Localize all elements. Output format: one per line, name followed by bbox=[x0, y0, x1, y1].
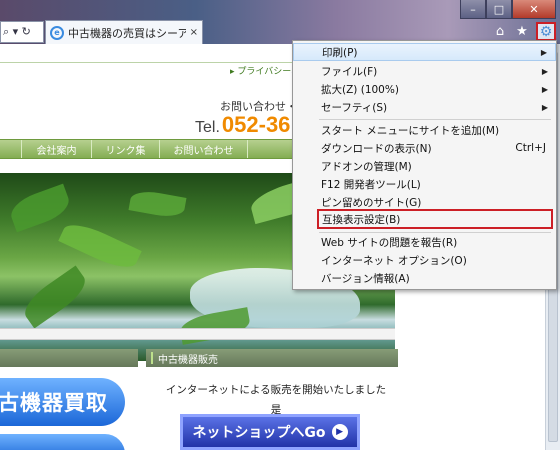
favorites-star-icon[interactable]: ★ bbox=[514, 24, 530, 40]
menu-item-safety[interactable]: セーフティ(S) ▶ bbox=[293, 98, 556, 116]
play-icon: ▶ bbox=[331, 424, 348, 440]
nav-item-company[interactable]: 会社案内 bbox=[22, 140, 92, 158]
menu-item-label: 印刷(P) bbox=[322, 46, 358, 59]
secondary-blue-button[interactable] bbox=[0, 434, 125, 450]
menu-item-f12-tools[interactable]: F12 開発者ツール(L) bbox=[293, 175, 556, 193]
menu-item-view-downloads[interactable]: ダウンロードの表示(N) Ctrl+J bbox=[293, 139, 556, 157]
menu-item-about[interactable]: バージョン情報(A) bbox=[293, 269, 556, 287]
toolbar-icons: ⌂ ★ ⚙ bbox=[492, 22, 556, 41]
nav-item-contact[interactable]: お問い合わせ bbox=[160, 140, 248, 158]
browser-tab[interactable]: e 中古機器の売買はシーア… × bbox=[45, 20, 203, 44]
telephone: Tel.052-36 bbox=[195, 112, 290, 138]
submenu-arrow-icon: ▶ bbox=[541, 84, 548, 94]
menu-separator bbox=[319, 119, 551, 120]
net-shop-label: ネットショップへGo bbox=[192, 425, 326, 441]
used-equipment-purchase-button[interactable]: 古機器買取 bbox=[0, 378, 125, 426]
net-shop-button[interactable]: ネットショップへGo ▶ bbox=[180, 414, 360, 450]
menu-item-file[interactable]: ファイル(F) ▶ bbox=[293, 62, 556, 80]
menu-item-label: 拡大(Z) (100%) bbox=[321, 83, 399, 96]
menu-item-zoom[interactable]: 拡大(Z) (100%) ▶ bbox=[293, 80, 556, 98]
window-controls: – □ ✕ bbox=[460, 0, 556, 19]
nav-item-links[interactable]: リンク集 bbox=[92, 140, 160, 158]
menu-item-print[interactable]: 印刷(P) ▶ bbox=[293, 43, 556, 61]
tel-number: 052-36 bbox=[221, 112, 291, 137]
menu-item-report-problem[interactable]: Web サイトの問題を報告(R) bbox=[293, 233, 556, 251]
tab-title: 中古機器の売買はシーア… bbox=[68, 26, 186, 40]
minimize-button[interactable]: – bbox=[460, 0, 486, 19]
address-bar-controls[interactable]: ⌕ ▾ ↻ bbox=[0, 21, 44, 43]
close-window-button[interactable]: ✕ bbox=[512, 0, 556, 19]
tools-menu: 印刷(P) ▶ ファイル(F) ▶ 拡大(Z) (100%) ▶ セーフティ(S… bbox=[292, 40, 557, 290]
menu-item-add-to-start[interactable]: スタート メニューにサイトを追加(M) bbox=[293, 121, 556, 139]
left-section-header bbox=[0, 349, 138, 367]
menu-item-label: ダウンロードの表示(N) bbox=[321, 142, 432, 155]
menu-item-manage-addons[interactable]: アドオンの管理(M) bbox=[293, 157, 556, 175]
tools-gear-icon[interactable]: ⚙ bbox=[536, 22, 556, 41]
menu-item-internet-options[interactable]: インターネット オプション(O) bbox=[293, 251, 556, 269]
ie-favicon-icon: e bbox=[50, 25, 64, 40]
menu-item-label: ファイル(F) bbox=[321, 65, 378, 78]
section-title: 中古機器販売 bbox=[146, 349, 398, 367]
submenu-arrow-icon: ▶ bbox=[540, 47, 547, 57]
maximize-button[interactable]: □ bbox=[486, 0, 512, 19]
shortcut-label: Ctrl+J bbox=[515, 142, 546, 154]
privacy-policy-link[interactable]: ▸ プライバシーポ bbox=[230, 64, 300, 77]
tab-close-icon[interactable]: × bbox=[190, 27, 202, 38]
menu-item-label: セーフティ(S) bbox=[321, 101, 388, 114]
home-icon[interactable]: ⌂ bbox=[492, 24, 508, 40]
menu-item-compatibility-view[interactable]: 互換表示設定(B) bbox=[317, 209, 553, 229]
browser-chrome: – □ ✕ ⌕ ▾ ↻ e 中古機器の売買はシーア… × ⌂ ★ ⚙ bbox=[0, 0, 560, 44]
tel-label: Tel. bbox=[195, 119, 220, 136]
nav-item-home[interactable] bbox=[0, 140, 22, 158]
content-band bbox=[0, 328, 395, 340]
submenu-arrow-icon: ▶ bbox=[541, 102, 548, 112]
submenu-arrow-icon: ▶ bbox=[541, 66, 548, 76]
